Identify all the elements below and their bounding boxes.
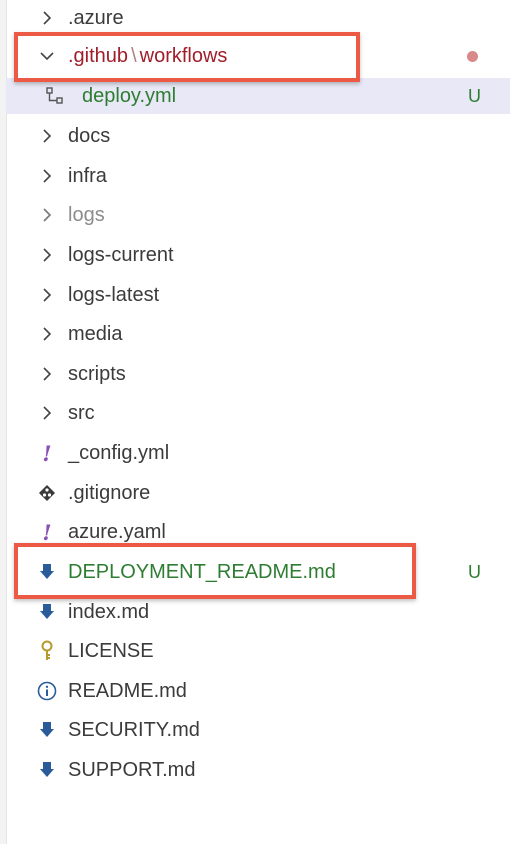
- git-diamond-icon: [36, 475, 58, 511]
- tree-item-label: .azure: [68, 7, 124, 29]
- tree-item-label: infra: [68, 165, 107, 187]
- tree-item-azure-folder[interactable]: .azure: [6, 0, 510, 36]
- yaml-exclamation-icon: !: [42, 440, 52, 466]
- tree-item-label: src: [68, 402, 95, 424]
- highlight-box-github-workflows: [14, 32, 360, 82]
- tree-item-label: scripts: [68, 363, 126, 385]
- chevron-right-icon[interactable]: [38, 197, 56, 233]
- tree-item-logs-latest-folder[interactable]: logs-latest: [6, 277, 510, 313]
- chevron-right-icon[interactable]: [38, 395, 56, 431]
- tree-item-label: logs: [68, 204, 105, 226]
- tree-item-config-yml[interactable]: ! _config.yml: [6, 435, 510, 471]
- highlight-box-deployment-readme: [14, 543, 416, 599]
- chevron-right-icon[interactable]: [38, 237, 56, 273]
- chevron-right-icon[interactable]: [38, 0, 56, 36]
- tree-item-security-md[interactable]: SECURITY.md: [6, 712, 510, 748]
- tree-item-docs-folder[interactable]: docs: [6, 118, 510, 154]
- git-status-badge: U: [468, 86, 481, 106]
- tree-item-media-folder[interactable]: media: [6, 316, 510, 352]
- tree-item-label: SUPPORT.md: [68, 759, 196, 781]
- tree-item-gitignore[interactable]: .gitignore: [6, 475, 510, 511]
- tree-item-label: README.md: [68, 680, 187, 702]
- tree-item-label: _config.yml: [68, 442, 170, 464]
- chevron-right-icon[interactable]: [38, 356, 56, 392]
- tree-item-src-folder[interactable]: src: [6, 395, 510, 431]
- tree-item-scripts-folder[interactable]: scripts: [6, 356, 510, 392]
- chevron-right-icon[interactable]: [38, 277, 56, 313]
- workflow-icon: [44, 78, 66, 114]
- tree-item-logs-folder[interactable]: logs: [6, 197, 510, 233]
- tree-item-label: .gitignore: [68, 482, 151, 504]
- tree-item-deploy-yml[interactable]: deploy.yml U: [6, 78, 510, 114]
- tree-item-label: logs-current: [68, 244, 174, 266]
- tree-item-license[interactable]: LICENSE: [6, 633, 510, 669]
- tree-item-label: deploy.yml: [82, 85, 177, 107]
- tree-item-support-md[interactable]: SUPPORT.md: [6, 752, 510, 788]
- tree-item-readme[interactable]: README.md: [6, 673, 510, 709]
- git-status-badge: U: [468, 562, 481, 582]
- tree-item-label: SECURITY.md: [68, 719, 200, 741]
- license-key-icon: [36, 633, 58, 669]
- chevron-right-icon[interactable]: [38, 118, 56, 154]
- tree-item-label: docs: [68, 125, 111, 147]
- tree-item-label: media: [68, 323, 123, 345]
- modified-dot-icon: [467, 51, 478, 62]
- tree-item-infra-folder[interactable]: infra: [6, 158, 510, 194]
- chevron-right-icon[interactable]: [38, 158, 56, 194]
- tree-item-logs-current-folder[interactable]: logs-current: [6, 237, 510, 273]
- tree-item-label: logs-latest: [68, 284, 160, 306]
- markdown-download-icon: [36, 712, 58, 748]
- tree-item-index-md[interactable]: index.md: [6, 594, 510, 630]
- tree-item-label: index.md: [68, 601, 150, 623]
- markdown-download-icon: [36, 752, 58, 788]
- markdown-download-icon: [36, 594, 58, 630]
- tree-item-label: LICENSE: [68, 640, 154, 662]
- chevron-right-icon[interactable]: [38, 316, 56, 352]
- info-icon: [36, 673, 58, 709]
